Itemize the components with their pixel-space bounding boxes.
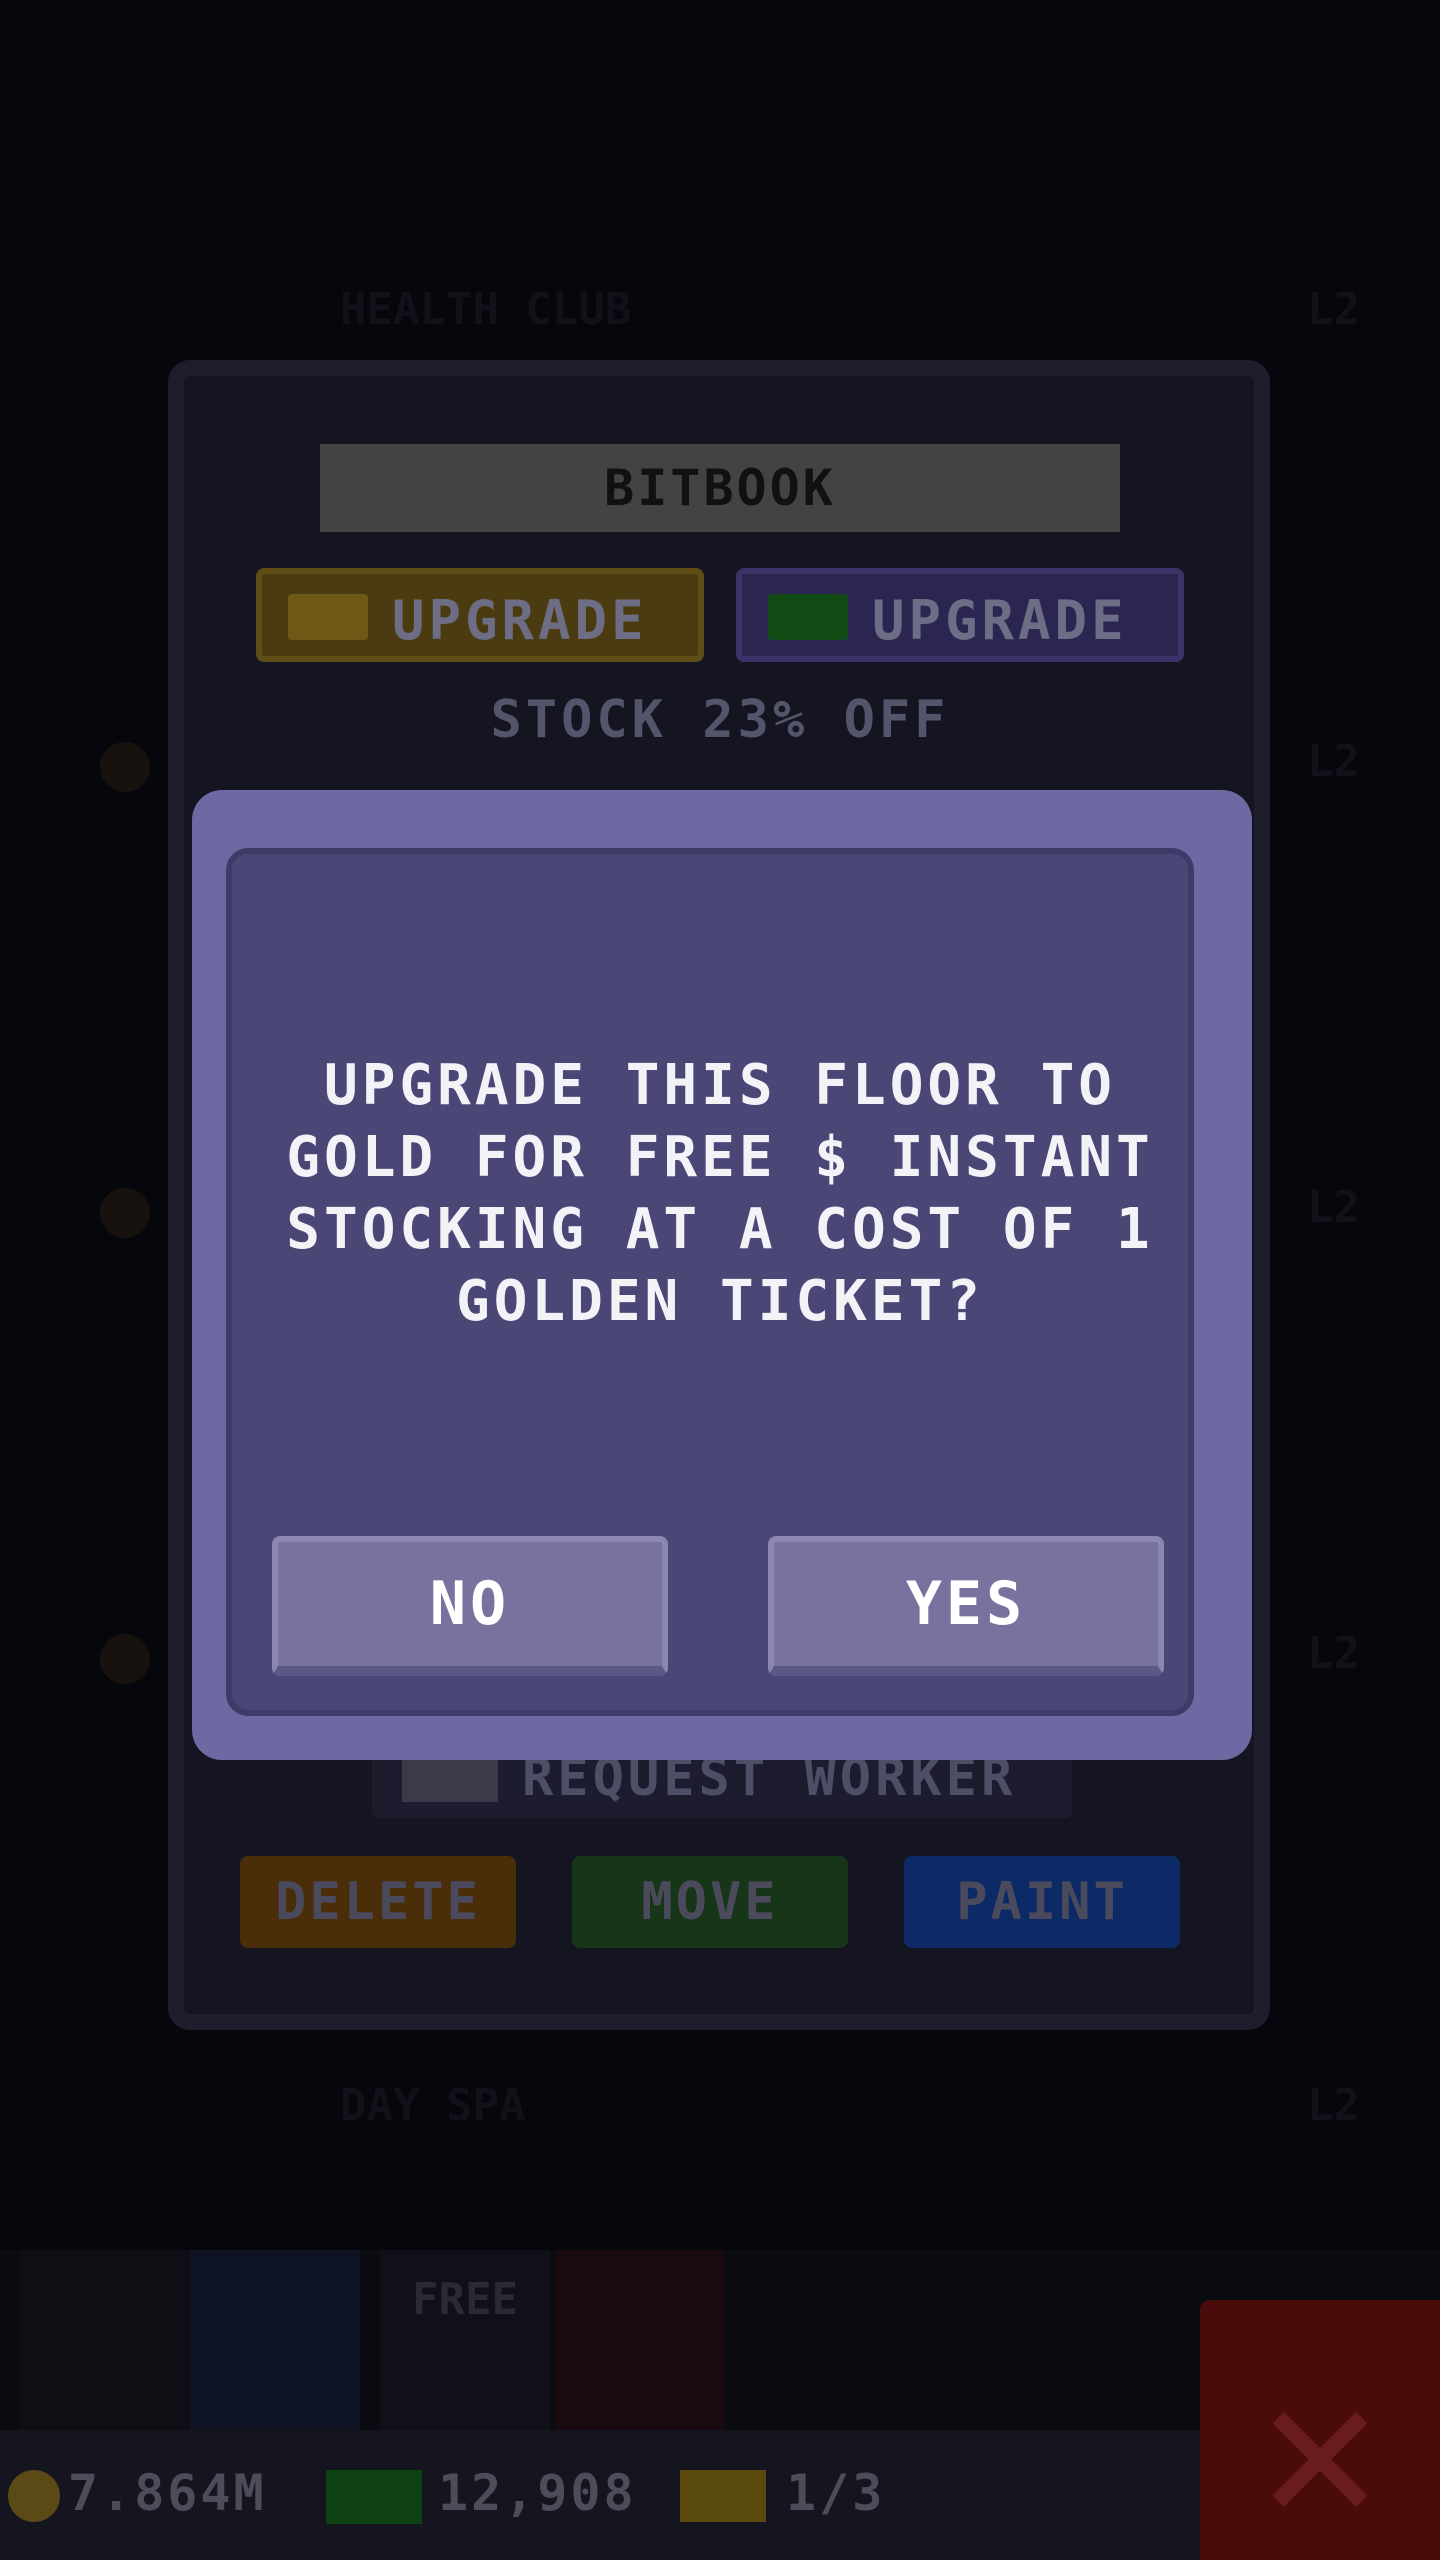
golden-ticket-icon [288,594,368,640]
upgrade-coins-button[interactable]: UPGRADE [256,568,704,662]
no-button[interactable]: NO [272,1536,668,1676]
stock-discount-text: STOCK 23% OFF [490,690,950,750]
golden-ticket-count: 1/3 [786,2464,886,2522]
move-button[interactable]: MOVE [572,1856,848,1948]
floor-name: DAY SPA [340,2080,526,2131]
game-screen: HEALTH CLUB L2 L2 L2 L2 DAY SPA L2 BITBO… [0,0,1440,2560]
floor-level: L2 [1307,2080,1360,2131]
confirm-dialog-message: UPGRADE THIS FLOOR TO GOLD FOR FREE $ IN… [266,1050,1174,1338]
floor-level: L2 [1307,1182,1360,1233]
upgrade-label: UPGRADE [392,589,648,652]
floor-title: BITBOOK [320,444,1120,532]
coins-tool-button[interactable] [20,2250,190,2430]
bux-icon [768,594,848,640]
free-label: FREE [412,2274,518,2325]
upgrade-label: UPGRADE [872,589,1128,652]
elevator-tool-button[interactable] [555,2250,725,2430]
close-icon: ✕ [1259,2333,1381,2560]
bux-count: 12,908 [438,2464,637,2522]
build-tool-button[interactable] [190,2250,360,2430]
close-button[interactable]: ✕ [1200,2300,1440,2560]
floor-name: HEALTH CLUB [340,284,632,335]
bux-icon [326,2470,422,2524]
worker-icon [402,1754,498,1802]
upgrade-bux-button[interactable]: UPGRADE [736,568,1184,662]
floor-level: L2 [1307,284,1360,335]
free-bux-button[interactable]: FREE [380,2250,550,2430]
coin-icon [100,1634,150,1684]
paint-button[interactable]: PAINT [904,1856,1180,1948]
dialog-line: GOLDEN TICKET? [455,1269,984,1334]
coin-icon [8,2470,60,2522]
coin-icon [100,1188,150,1238]
dialog-line: GOLD FOR FREE $ INSTANT [286,1125,1154,1190]
dialog-line: UPGRADE THIS FLOOR TO [323,1053,1116,1118]
coins-count: 7.864M [68,2464,267,2522]
dialog-line: STOCKING AT A COST OF 1 [286,1197,1154,1262]
delete-button[interactable]: DELETE [240,1856,516,1948]
golden-ticket-icon [680,2470,766,2522]
yes-button[interactable]: YES [768,1536,1164,1676]
floor-level: L2 [1307,1628,1360,1679]
